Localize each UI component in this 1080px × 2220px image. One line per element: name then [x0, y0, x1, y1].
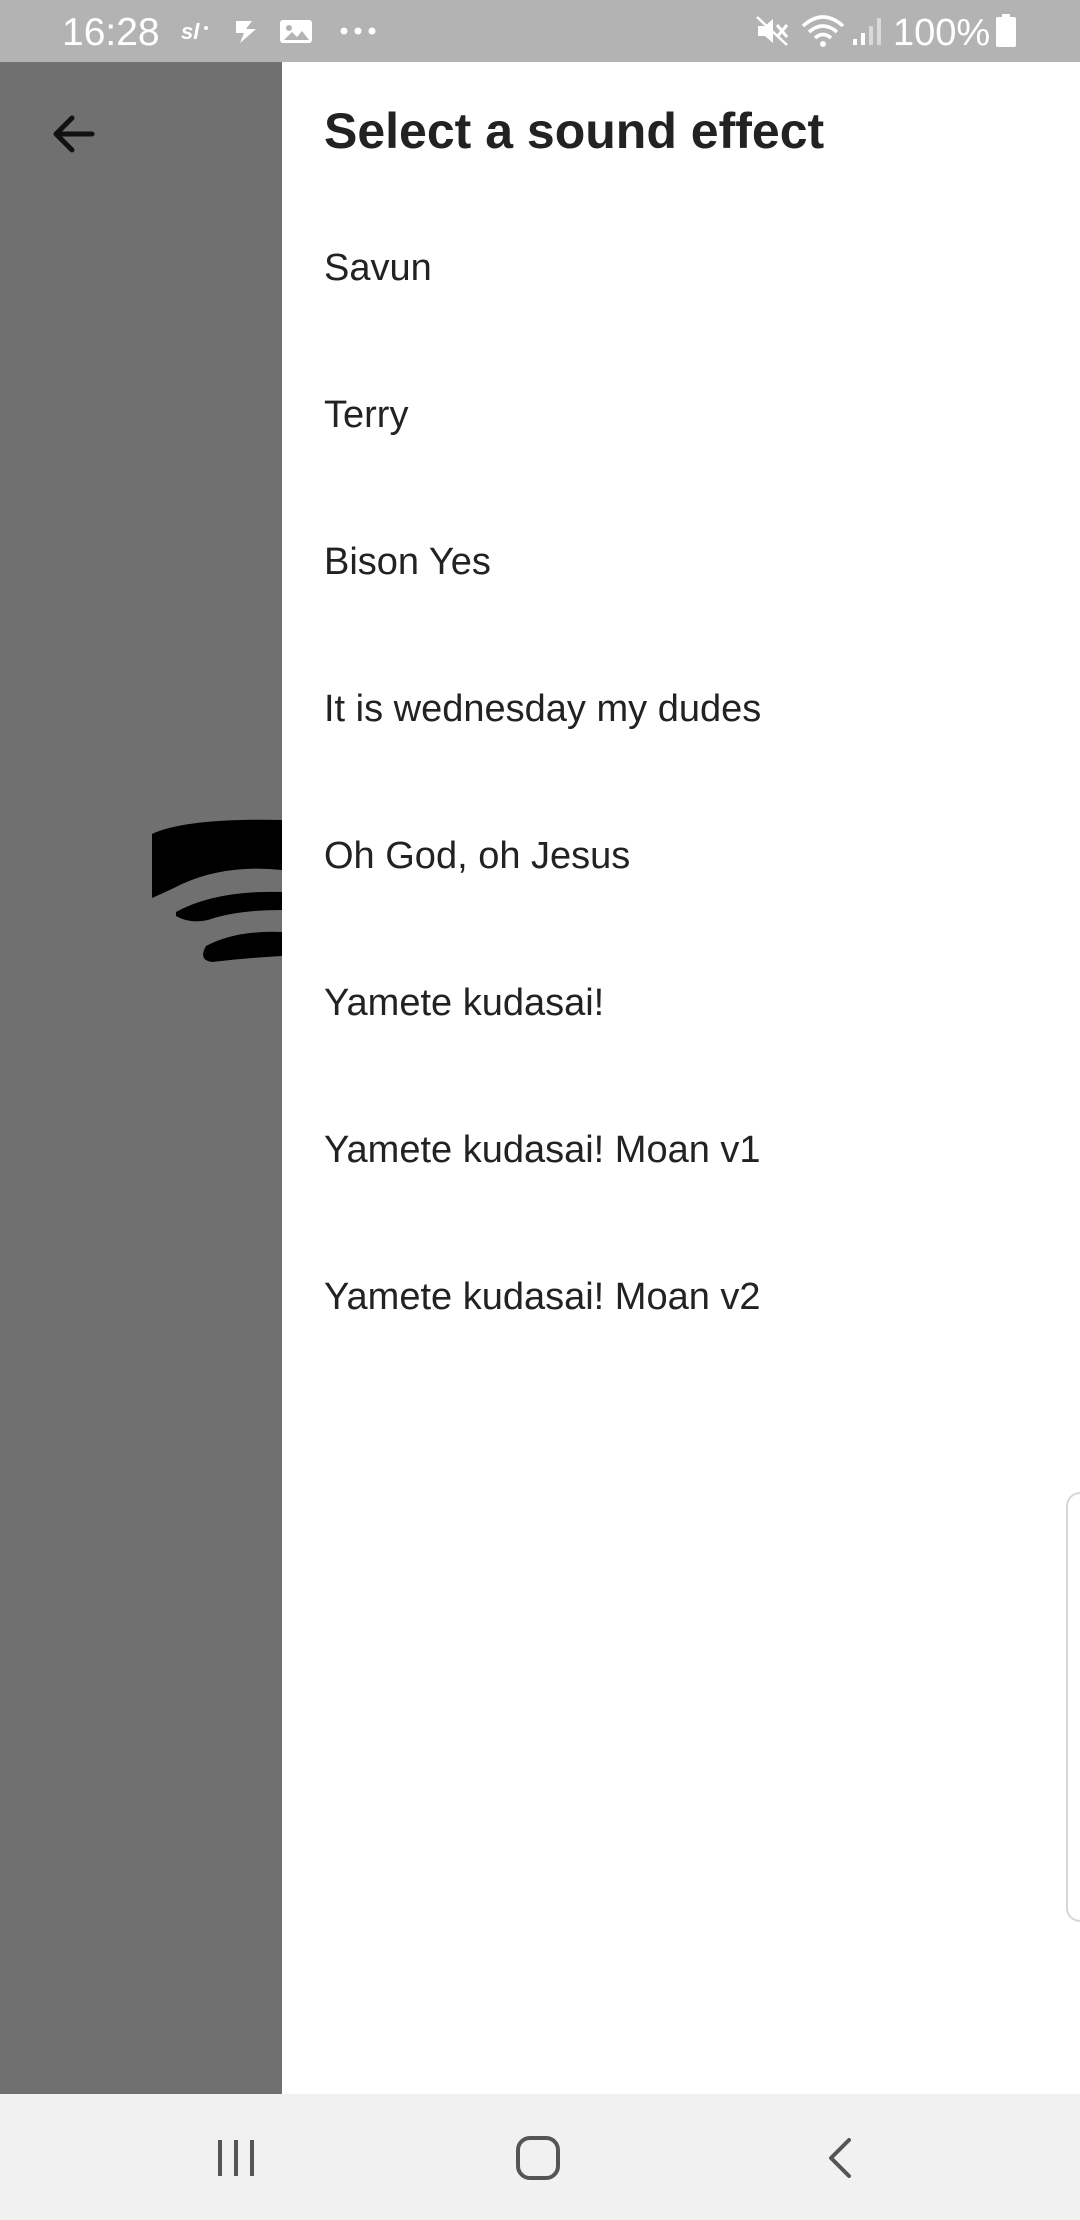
checkmark-app-icon — [230, 14, 262, 48]
navigation-bar — [0, 2094, 1080, 2220]
sound-effect-item[interactable]: Bison Yes — [282, 540, 1080, 687]
battery-percent: 100% — [893, 12, 991, 54]
sound-effect-item[interactable]: Oh God, oh Jesus — [282, 834, 1080, 981]
status-time: 16:28 — [62, 11, 160, 54]
recent-apps-icon[interactable] — [206, 2128, 266, 2188]
sound-effect-label: Yamete kudasai! Moan v1 — [324, 1129, 761, 1171]
sl-app-icon: sl — [180, 14, 212, 48]
sound-effect-item[interactable]: Terry — [282, 393, 1080, 540]
sound-effect-drawer: Select a sound effect Savun Terry Bison … — [282, 62, 1080, 2094]
battery-icon — [994, 14, 1018, 48]
sound-effect-item[interactable]: Yamete kudasai! — [282, 981, 1080, 1128]
sound-effect-label: Yamete kudasai! Moan v2 — [324, 1276, 761, 1318]
wifi-icon — [800, 14, 846, 48]
sound-effect-label: Terry — [324, 394, 409, 436]
signal-icon — [850, 14, 884, 48]
sound-effect-item[interactable]: It is wednesday my dudes — [282, 687, 1080, 834]
edge-panel-handle[interactable] — [1066, 1492, 1080, 1922]
home-icon[interactable] — [508, 2128, 568, 2188]
status-bar: 16:28 sl 100% — [0, 0, 1080, 62]
sound-effect-label: Oh God, oh Jesus — [324, 835, 631, 877]
sound-effect-label: Bison Yes — [324, 541, 491, 583]
sound-effect-list: Savun Terry Bison Yes It is wednesday my… — [282, 246, 1080, 1422]
sound-effect-item[interactable]: Yamete kudasai! Moan v2 — [282, 1275, 1080, 1422]
sound-effect-label: It is wednesday my dudes — [324, 688, 762, 730]
more-dots-icon — [338, 14, 378, 48]
mute-icon — [754, 14, 790, 48]
background-app-scrim[interactable] — [0, 62, 282, 2094]
drawer-title: Select a sound effect — [324, 103, 825, 159]
sound-effect-label: Savun — [324, 247, 432, 289]
arrow-left-icon[interactable] — [48, 108, 100, 160]
sound-effect-item[interactable]: Savun — [282, 246, 1080, 393]
back-icon[interactable] — [810, 2128, 870, 2188]
gallery-app-icon — [278, 14, 314, 48]
app-logo — [146, 812, 282, 962]
sound-effect-label: Yamete kudasai! — [324, 982, 605, 1024]
svg-text:sl: sl — [181, 19, 200, 44]
sound-effect-item[interactable]: Yamete kudasai! Moan v1 — [282, 1128, 1080, 1275]
